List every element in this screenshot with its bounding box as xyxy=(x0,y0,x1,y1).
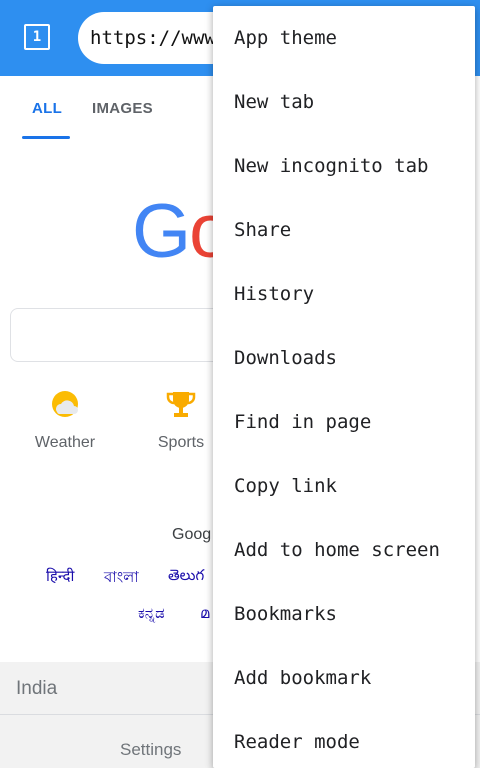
weather-icon xyxy=(52,391,78,417)
overflow-menu: App theme New tab New incognito tab Shar… xyxy=(213,6,475,768)
footer-country: India xyxy=(16,678,58,699)
menu-item-app-theme[interactable]: App theme xyxy=(213,6,475,70)
menu-item-add-bookmark[interactable]: Add bookmark xyxy=(213,646,475,710)
menu-item-add-to-home-screen[interactable]: Add to home screen xyxy=(213,518,475,582)
active-tab-indicator xyxy=(22,136,70,139)
offered-in-text: Goog xyxy=(172,526,212,543)
trophy-icon xyxy=(166,392,196,417)
language-link-telugu[interactable]: తెలుగ xyxy=(168,566,204,588)
menu-item-downloads[interactable]: Downloads xyxy=(213,326,475,390)
shortcut-weather-label: Weather xyxy=(34,434,96,451)
menu-item-share[interactable]: Share xyxy=(213,198,475,262)
tab-all[interactable]: ALL xyxy=(32,100,62,117)
language-link-bengali[interactable]: বাংলা xyxy=(104,566,139,591)
tab-images[interactable]: IMAGES xyxy=(92,100,153,117)
language-link-hindi[interactable]: हिन्दी xyxy=(46,566,74,586)
menu-item-history[interactable]: History xyxy=(213,262,475,326)
language-link-kannada[interactable]: ಕನ್ನಡ xyxy=(138,604,165,622)
menu-item-bookmarks[interactable]: Bookmarks xyxy=(213,582,475,646)
language-link-malayalam[interactable]: മ xyxy=(200,604,209,622)
url-text: https://www xyxy=(90,27,216,49)
menu-item-reader-mode[interactable]: Reader mode xyxy=(213,710,475,768)
tab-switcher-button[interactable]: 1 xyxy=(24,24,50,50)
menu-item-copy-link[interactable]: Copy link xyxy=(213,454,475,518)
menu-item-new-incognito-tab[interactable]: New incognito tab xyxy=(213,134,475,198)
shortcut-weather[interactable]: Weather xyxy=(20,388,110,452)
logo-letter-g: G xyxy=(132,189,191,274)
footer-settings-link[interactable]: Settings xyxy=(120,740,181,760)
menu-item-new-tab[interactable]: New tab xyxy=(213,70,475,134)
menu-item-find-in-page[interactable]: Find in page xyxy=(213,390,475,454)
